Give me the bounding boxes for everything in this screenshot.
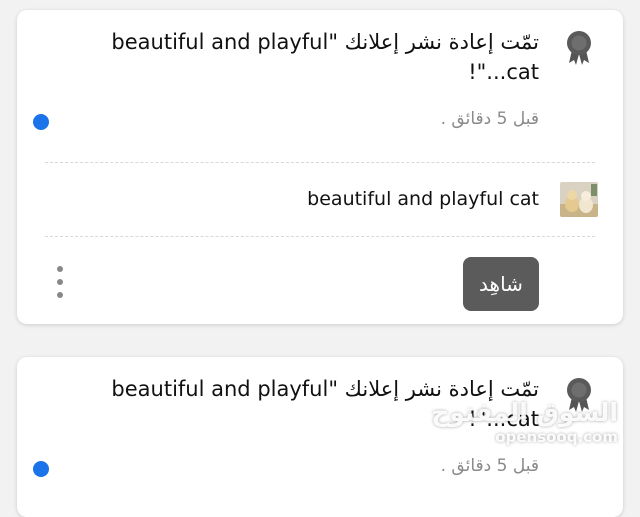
divider bbox=[45, 162, 595, 163]
notification-card[interactable]: تمّت إعادة نشر إعلانك "beautiful and pla… bbox=[17, 357, 623, 517]
unread-indicator bbox=[33, 114, 49, 130]
notification-message: تمّت إعادة نشر إعلانك "beautiful and pla… bbox=[111, 30, 539, 84]
ad-title[interactable]: beautiful and playful cat bbox=[307, 185, 539, 213]
menu-dot bbox=[57, 266, 63, 272]
ad-thumbnail[interactable] bbox=[560, 182, 598, 217]
menu-dot bbox=[57, 279, 63, 285]
view-button[interactable]: شاهِد bbox=[463, 257, 539, 311]
notification-card[interactable]: تمّت إعادة نشر إعلانك "beautiful and pla… bbox=[17, 10, 623, 324]
notification-message: تمّت إعادة نشر إعلانك "beautiful and pla… bbox=[111, 377, 539, 431]
menu-dot bbox=[57, 292, 63, 298]
unread-indicator bbox=[33, 461, 49, 477]
award-badge-icon bbox=[567, 31, 591, 65]
award-badge-icon bbox=[567, 378, 591, 412]
more-vertical-icon[interactable] bbox=[53, 266, 67, 298]
notification-time: قبل 5 دقائق . bbox=[440, 456, 539, 476]
notification-time: قبل 5 دقائق . bbox=[440, 109, 539, 129]
cat-photo-thumbnail bbox=[560, 182, 598, 217]
divider bbox=[45, 236, 595, 237]
